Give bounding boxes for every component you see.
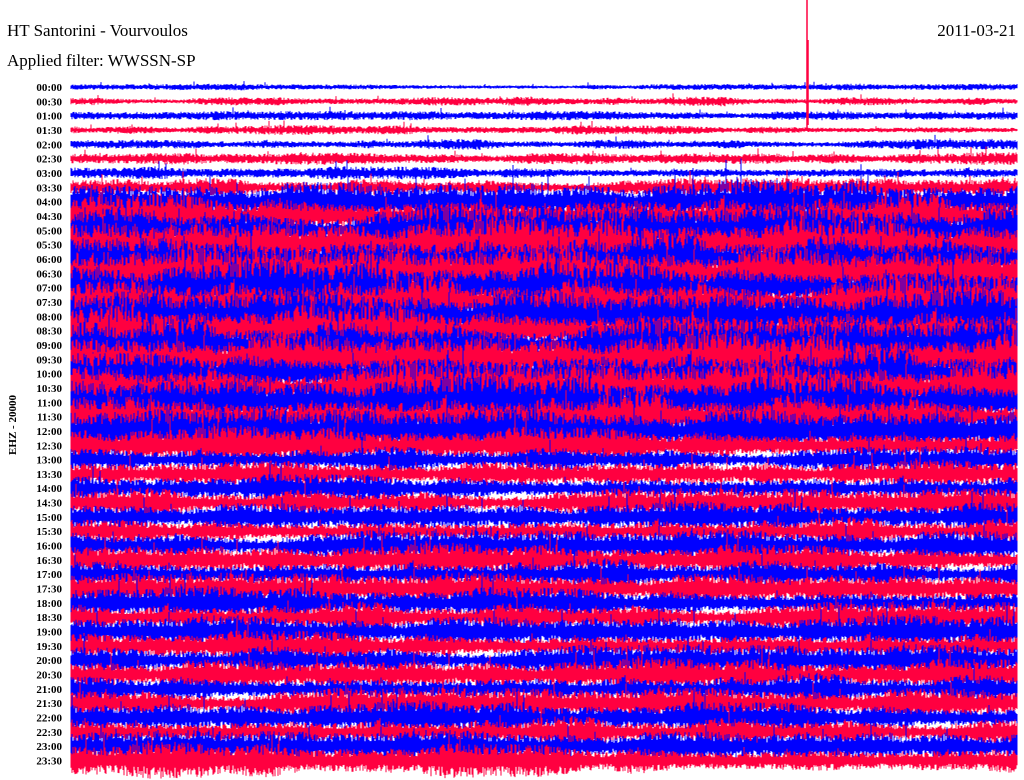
- time-ticks: 00:00 00:30 01:00 01:30 02:00 02:30 03:00 03:30…: [36, 82, 62, 768]
- trace-row-0200: [70, 134, 1018, 150]
- time-tick-label: 21:00: [36, 684, 62, 696]
- time-tick-label: 03:00: [36, 168, 62, 180]
- date-label: 2011-03-21: [937, 21, 1016, 40]
- time-tick-label: 16:30: [36, 555, 62, 567]
- time-tick-label: 12:30: [36, 440, 62, 452]
- trace-row-0130: [70, 120, 1018, 135]
- time-tick-label: 21:30: [36, 698, 62, 710]
- time-tick-label: 02:00: [36, 139, 62, 151]
- time-tick-label: 17:00: [36, 569, 62, 581]
- time-tick-label: 18:00: [36, 598, 62, 610]
- time-tick-label: 11:00: [37, 397, 63, 409]
- time-tick-label: 00:30: [36, 96, 62, 108]
- time-tick-label: 22:00: [36, 713, 62, 725]
- event-spike: [806, 0, 809, 130]
- traces: [70, 0, 1018, 779]
- channel-label: EHZ - 20000: [7, 395, 19, 455]
- time-tick-label: 08:00: [36, 311, 62, 323]
- time-tick-label: 19:00: [36, 627, 62, 639]
- time-tick-label: 10:00: [36, 369, 62, 381]
- time-tick-label: 03:30: [36, 182, 62, 194]
- trace-row-0100: [70, 106, 1018, 121]
- time-tick-label: 17:30: [36, 584, 62, 596]
- time-tick-label: 15:00: [36, 512, 62, 524]
- time-tick-label: 12:00: [36, 426, 62, 438]
- time-tick-label: 08:30: [36, 326, 62, 338]
- time-tick-label: 05:00: [36, 225, 62, 237]
- time-tick-label: 11:30: [37, 412, 63, 424]
- time-tick-label: 14:00: [36, 483, 62, 495]
- time-tick-label: 09:30: [36, 354, 62, 366]
- time-tick-label: 02:30: [36, 154, 62, 166]
- trace-row-0030: [70, 93, 1018, 107]
- time-tick-label: 06:30: [36, 268, 62, 280]
- time-tick-label: 07:00: [36, 283, 62, 295]
- time-tick-label: 15:30: [36, 526, 62, 538]
- trace-row-0230: [70, 146, 1018, 165]
- time-tick-label: 14:30: [36, 498, 62, 510]
- time-tick-label: 06:00: [36, 254, 62, 266]
- time-tick-label: 16:00: [36, 541, 62, 553]
- time-tick-label: 23:30: [36, 756, 62, 768]
- helicorder-chart: HT Santorini - Vourvoulos Applied filter…: [7, 0, 1018, 779]
- time-tick-label: 23:00: [36, 741, 62, 753]
- time-tick-label: 13:00: [36, 455, 62, 467]
- time-tick-label: 04:00: [36, 197, 62, 209]
- time-tick-label: 09:00: [36, 340, 62, 352]
- time-tick-label: 05:30: [36, 240, 62, 252]
- station-title: HT Santorini - Vourvoulos: [7, 21, 188, 40]
- trace-row-0000: [70, 81, 1018, 91]
- time-tick-label: 07:30: [36, 297, 62, 309]
- time-tick-label: 01:30: [36, 125, 62, 137]
- filter-label: Applied filter: WWSSN-SP: [7, 51, 196, 70]
- time-tick-label: 10:30: [36, 383, 62, 395]
- time-tick-label: 18:30: [36, 612, 62, 624]
- time-tick-label: 13:30: [36, 469, 62, 481]
- time-tick-label: 20:30: [36, 670, 62, 682]
- time-tick-label: 00:00: [36, 82, 62, 94]
- time-tick-label: 04:30: [36, 211, 62, 223]
- time-tick-label: 19:30: [36, 641, 62, 653]
- time-tick-label: 20:00: [36, 655, 62, 667]
- time-tick-label: 22:30: [36, 727, 62, 739]
- time-tick-label: 01:00: [36, 111, 62, 123]
